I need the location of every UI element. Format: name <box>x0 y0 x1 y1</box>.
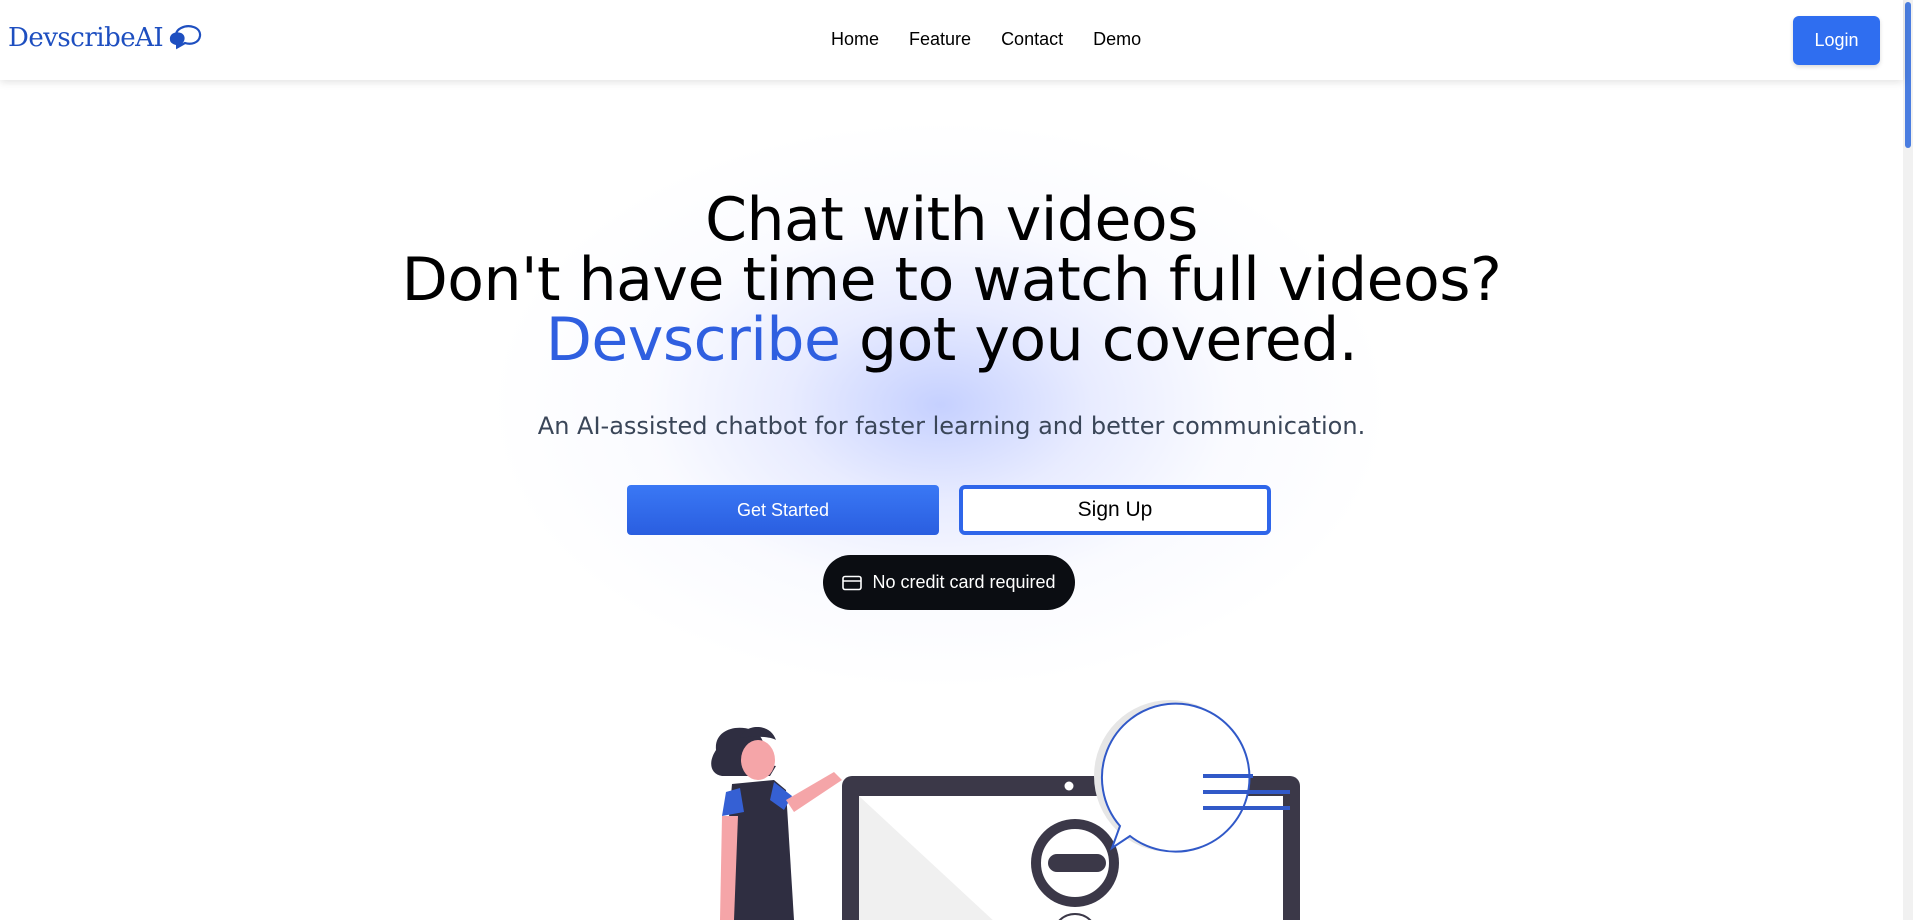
sign-up-button[interactable]: Sign Up <box>959 485 1271 535</box>
login-button[interactable]: Login <box>1793 16 1880 65</box>
chatbot-illustration <box>711 700 1300 920</box>
nav-link-feature[interactable]: Feature <box>909 29 971 50</box>
brand-logo[interactable]: DevscribeAI <box>8 22 203 54</box>
hero-line-1: Chat with videos <box>705 185 1198 255</box>
nav-links: Home Feature Contact Demo <box>831 29 1171 50</box>
nav-link-home[interactable]: Home <box>831 29 879 50</box>
no-credit-card-badge: No credit card required <box>823 555 1075 610</box>
scrollbar-thumb[interactable] <box>1905 2 1911 148</box>
hero-subtitle: An AI-assisted chatbot for faster learni… <box>537 412 1366 440</box>
brand-name: DevscribeAI <box>8 23 164 53</box>
hero-line-3-rest: got you covered. <box>840 305 1358 375</box>
chat-bubbles-icon <box>170 25 202 50</box>
nav-link-demo[interactable]: Demo <box>1093 29 1141 50</box>
navbar: DevscribeAI Home Feature Contact Demo Lo… <box>0 0 1903 80</box>
badge-label: No credit card required <box>872 572 1056 592</box>
get-started-button[interactable]: Get Started <box>627 485 939 535</box>
hero-line-3: Devscribe got you covered. <box>0 310 1903 370</box>
credit-card-icon <box>842 575 863 590</box>
hero-line-2: Don't have time to watch full videos? <box>401 245 1502 315</box>
hero-heading: Chat with videos Don't have time to watc… <box>0 190 1903 370</box>
hero-accent-word: Devscribe <box>545 305 841 375</box>
nav-link-contact[interactable]: Contact <box>1001 29 1063 50</box>
